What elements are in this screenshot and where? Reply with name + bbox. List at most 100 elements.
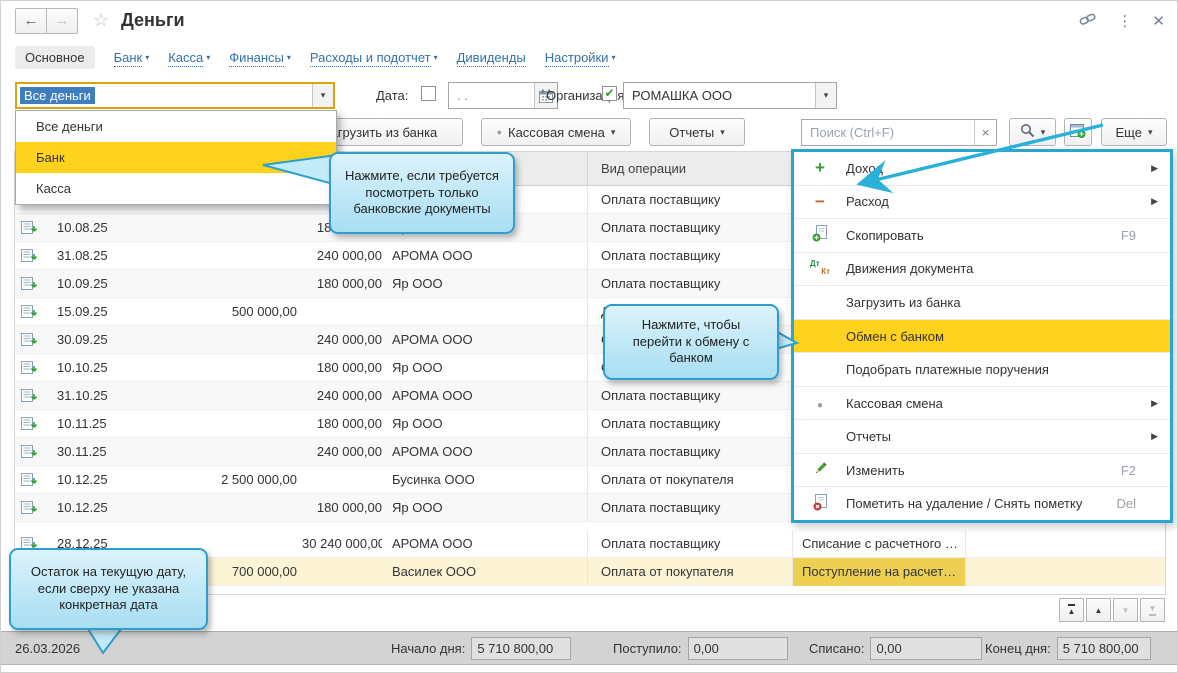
cell-contractor: Яр ООО (392, 416, 443, 431)
search-button[interactable]: ▾ (1009, 118, 1056, 146)
tab-label: Основное (25, 49, 85, 65)
date-filter-checkbox[interactable] (421, 86, 436, 101)
set-period-button[interactable] (1064, 118, 1092, 146)
reports-button[interactable]: Отчеты ▾ (649, 118, 745, 146)
menu-item-skopirovat[interactable]: Скопировать F9 ▶ (794, 219, 1170, 253)
status-field-value: 5 710 800,00 (471, 637, 572, 660)
organization-checkbox[interactable]: ✔ (602, 86, 617, 101)
document-state-icon (21, 445, 37, 461)
cell-contractor: Яр ООО (392, 360, 443, 375)
tab-label: Касса (168, 49, 204, 67)
menu-item-label: Загрузить из банка (846, 294, 961, 310)
dropdown-item-bank[interactable]: Банк (16, 142, 336, 173)
chevron-down-icon[interactable]: ▾ (815, 83, 836, 108)
close-icon[interactable]: ✕ (1152, 13, 1165, 31)
money-type-dropdown-list: Все деньги Банк Касса (15, 110, 337, 205)
more-menu: + Доход ▶ − Расход ▶ Скопировать F9 ▶ Дт… (791, 149, 1173, 523)
menu-item-otchety[interactable]: Отчеты ▶ (794, 420, 1170, 454)
cell-operation: Оплата от покупателя (587, 558, 787, 586)
cell-expense (302, 298, 382, 326)
titlebar: ← → ☆ Деньги ⋮ ✕ (1, 1, 1177, 41)
organization-value[interactable] (632, 88, 815, 103)
menu-item-pometit-na-udalenie[interactable]: Пометить на удаление / Снять пометку Del… (794, 487, 1170, 521)
menu-item-izmenit[interactable]: Изменить F2 ▶ (794, 453, 1170, 488)
chevron-down-icon: ▾ (610, 126, 616, 137)
chevron-down-icon[interactable]: ▾ (312, 84, 333, 107)
menu-item-dohod[interactable]: + Доход ▶ (794, 152, 1170, 186)
tooltip-text: Остаток на текущую дату, если сверху не … (30, 563, 187, 613)
cell-document: Поступление на расчет… (792, 558, 966, 586)
date-filter-input[interactable]: . . (448, 82, 558, 109)
menu-item-obmen-s-bankom[interactable]: Обмен с банком ▶ (794, 319, 1170, 354)
tab-dividendy[interactable]: Дивиденды (456, 49, 526, 67)
money-type-combobox[interactable]: Все деньги ▾ (15, 82, 335, 109)
date-placeholder: . . (457, 88, 468, 103)
document-state-icon (21, 221, 37, 237)
clear-search-icon[interactable]: × (974, 120, 996, 145)
scroll-up-button[interactable]: ▲ (1086, 598, 1111, 622)
tooltip-balance: Остаток на текущую дату, если сверху не … (9, 548, 208, 630)
to-bottom-icon: ▼ (1148, 604, 1157, 616)
forward-button[interactable]: → (46, 8, 78, 34)
cell-operation: Оплата поставщику (587, 382, 787, 410)
menu-item-label: Пометить на удаление / Снять пометку (846, 496, 1083, 512)
tab-rashody-i-podotchet[interactable]: Расходы и подотчет ▾ (309, 49, 438, 67)
more-button[interactable]: Еще ▾ (1101, 118, 1167, 146)
dropdown-item-kassa[interactable]: Касса (16, 173, 336, 204)
link-icon[interactable] (1079, 11, 1097, 32)
submenu-arrow-icon: ▶ (1151, 196, 1158, 207)
menu-item-dvizheniya-dokumenta[interactable]: ДтКт Движения документа ▶ (794, 252, 1170, 287)
menu-item-kassovaya-smena[interactable]: ● Кассовая смена ▶ (794, 386, 1170, 421)
cell-operation: Оплата поставщику (587, 438, 787, 466)
table-scroll-buttons: ▲ ▲ ▼ ▼ (1059, 598, 1165, 622)
status-field-label: Начало дня: (391, 641, 466, 656)
tab-osnovnoe[interactable]: Основное (15, 45, 95, 69)
minus-icon: − (815, 191, 825, 211)
dropdown-item-label: Банк (36, 150, 65, 165)
cell-income (115, 354, 297, 382)
copy-icon (806, 225, 834, 245)
menu-item-shortcut: F2 (1120, 462, 1136, 478)
menu-item-shortcut: F9 (1120, 227, 1136, 243)
menu-item-podobrat-platezhnye-porucheniya[interactable]: Подобрать платежные поручения ▶ (794, 353, 1170, 387)
tab-bank[interactable]: Банк ▾ (113, 49, 149, 67)
tooltip-bank-exchange: Нажмите, чтобы перейти к обмену с банком (603, 304, 779, 380)
cell-expense: 240 000,00 (316, 248, 382, 263)
kebab-menu-icon[interactable]: ⋮ (1117, 13, 1132, 31)
cell-expense: 30 240 000,00 (302, 536, 382, 551)
status-field-value: 0,00 (870, 637, 983, 660)
cell-contractor: АРОМА ООО (392, 388, 473, 403)
tab-nastroyki[interactable]: Настройки ▾ (544, 49, 616, 67)
chevron-down-icon: ▾ (433, 52, 438, 62)
tab-kassa[interactable]: Касса ▾ (168, 49, 211, 67)
back-button[interactable]: ← (15, 8, 47, 34)
menu-item-zagruzit-iz-banka[interactable]: Загрузить из банка ▶ (794, 286, 1170, 320)
status-bar: 26.03.2026 Начало дня: 5 710 800,00 Пост… (1, 631, 1177, 665)
organization-input[interactable]: ▾ (623, 82, 837, 109)
app-window: ← → ☆ Деньги ⋮ ✕ Основное Банк ▾ Касса ▾ Фина… (0, 0, 1178, 673)
document-state-icon (21, 277, 37, 293)
menu-item-rashod[interactable]: − Расход ▶ (794, 185, 1170, 220)
column-header-operation[interactable]: Вид операции (587, 152, 686, 186)
cell-expense: 180 000,00 (316, 416, 382, 431)
tab-finansy[interactable]: Финансы ▾ (229, 49, 291, 67)
search-input[interactable] (810, 125, 974, 140)
page-title: Деньги (121, 10, 185, 30)
menu-item-label: Расход (846, 194, 889, 210)
scroll-down-button: ▼ (1113, 598, 1138, 622)
menu-item-label: Отчеты (846, 429, 891, 445)
cell-contractor: Яр ООО (392, 500, 443, 515)
chevron-down-icon: ▾ (286, 52, 291, 62)
cash-shift-button[interactable]: ● Кассовая смена ▾ (481, 118, 631, 146)
cell-expense (302, 558, 382, 586)
cell-operation: Оплата поставщику (587, 410, 787, 438)
favorite-star-icon[interactable]: ☆ (93, 10, 109, 31)
menu-item-label: Доход (846, 160, 883, 176)
dropdown-item-vse-dengi[interactable]: Все деньги (16, 111, 336, 142)
scroll-to-top-button[interactable]: ▲ (1059, 598, 1084, 622)
menu-item-label: Обмен с банком (846, 328, 944, 344)
tooltip-text: Нажмите, чтобы перейти к обмену с банком (632, 316, 750, 366)
chevron-down-icon: ▾ (206, 52, 211, 62)
chevron-down-icon: ▾ (1147, 126, 1153, 137)
tooltip-bank-filter: Нажмите, если требуется посмотреть тольк… (329, 152, 515, 234)
